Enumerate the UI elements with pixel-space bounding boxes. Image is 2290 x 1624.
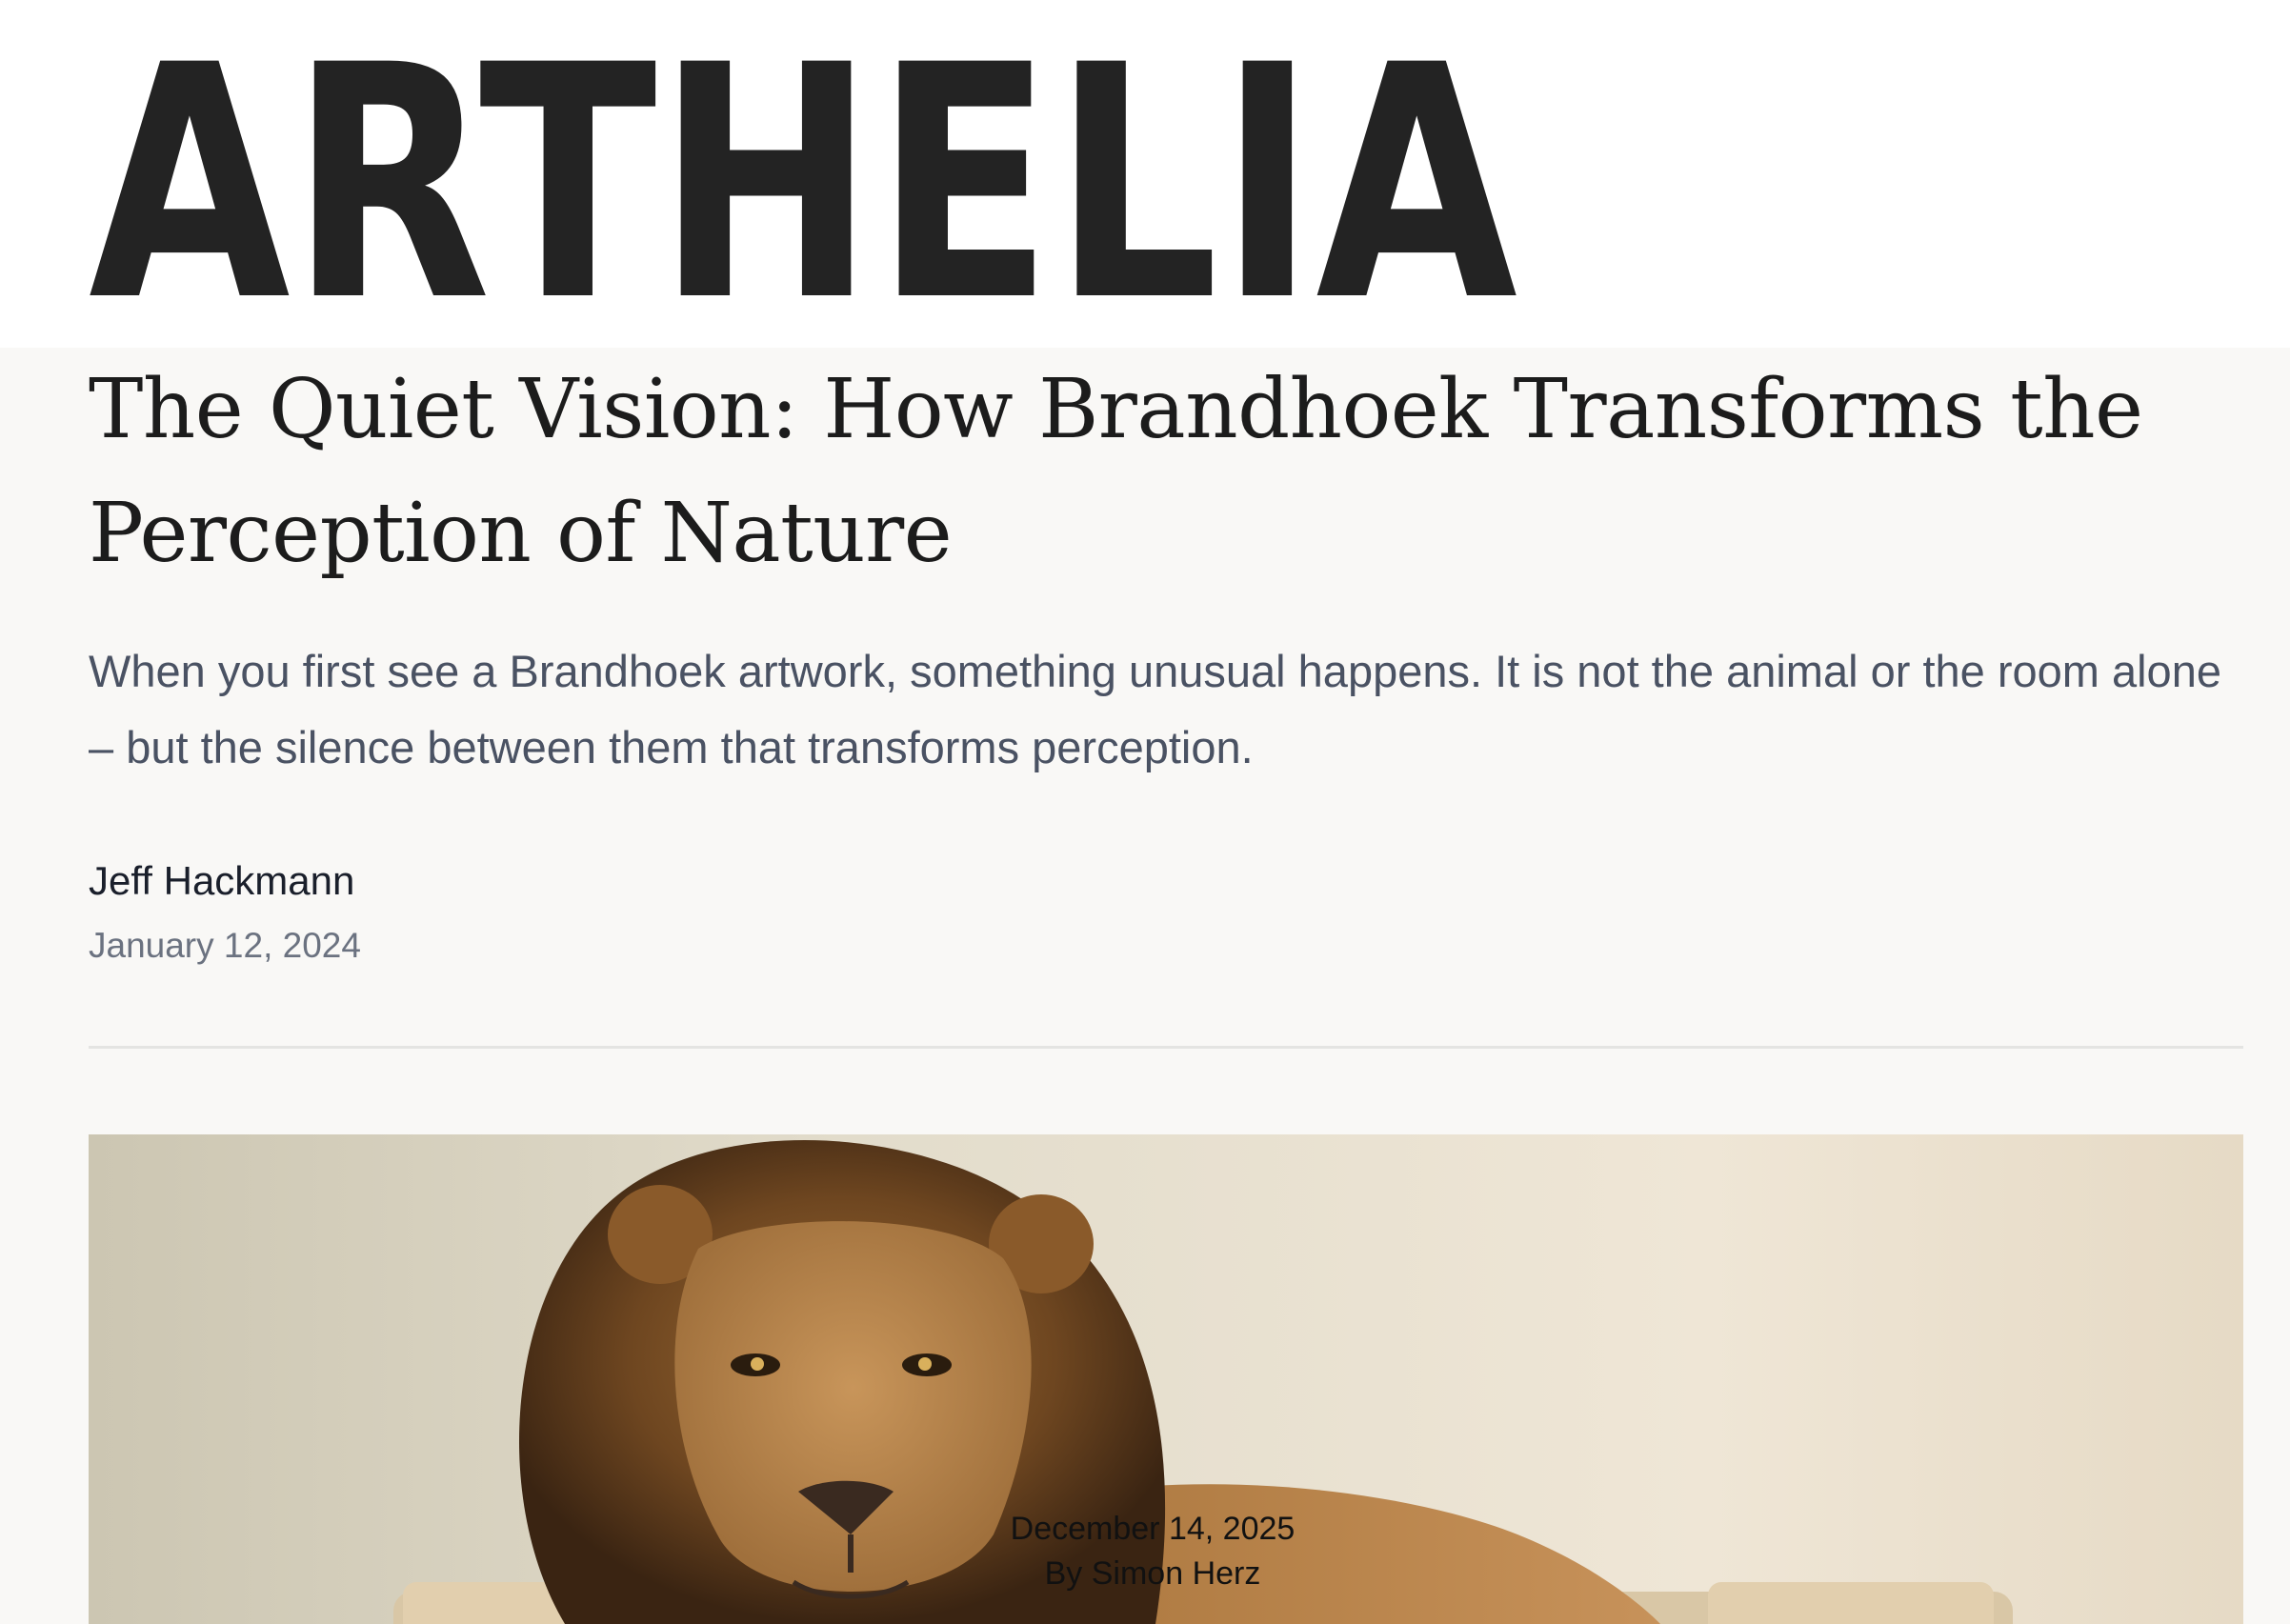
- hero-overlay: December 14, 2025 By Simon Herz: [0, 1507, 2290, 1596]
- article-date: January 12, 2024: [89, 926, 361, 965]
- article-lede: When you first see a Brandhoek artwork, …: [89, 646, 2221, 772]
- logo-text: ARTHELIA: [89, 59, 1517, 300]
- article-author[interactable]: Jeff Hackmann: [89, 852, 354, 910]
- divider: [89, 1046, 2243, 1049]
- site-header: ARTHELIA: [0, 0, 2290, 348]
- article-title: The Quiet Vision: How Brandhoek Transfor…: [89, 362, 2143, 581]
- overlay-date: December 14, 2025: [1010, 1511, 1296, 1547]
- overlay-byline: By Simon Herz: [1044, 1555, 1261, 1592]
- site-logo[interactable]: ARTHELIA: [89, 59, 1517, 300]
